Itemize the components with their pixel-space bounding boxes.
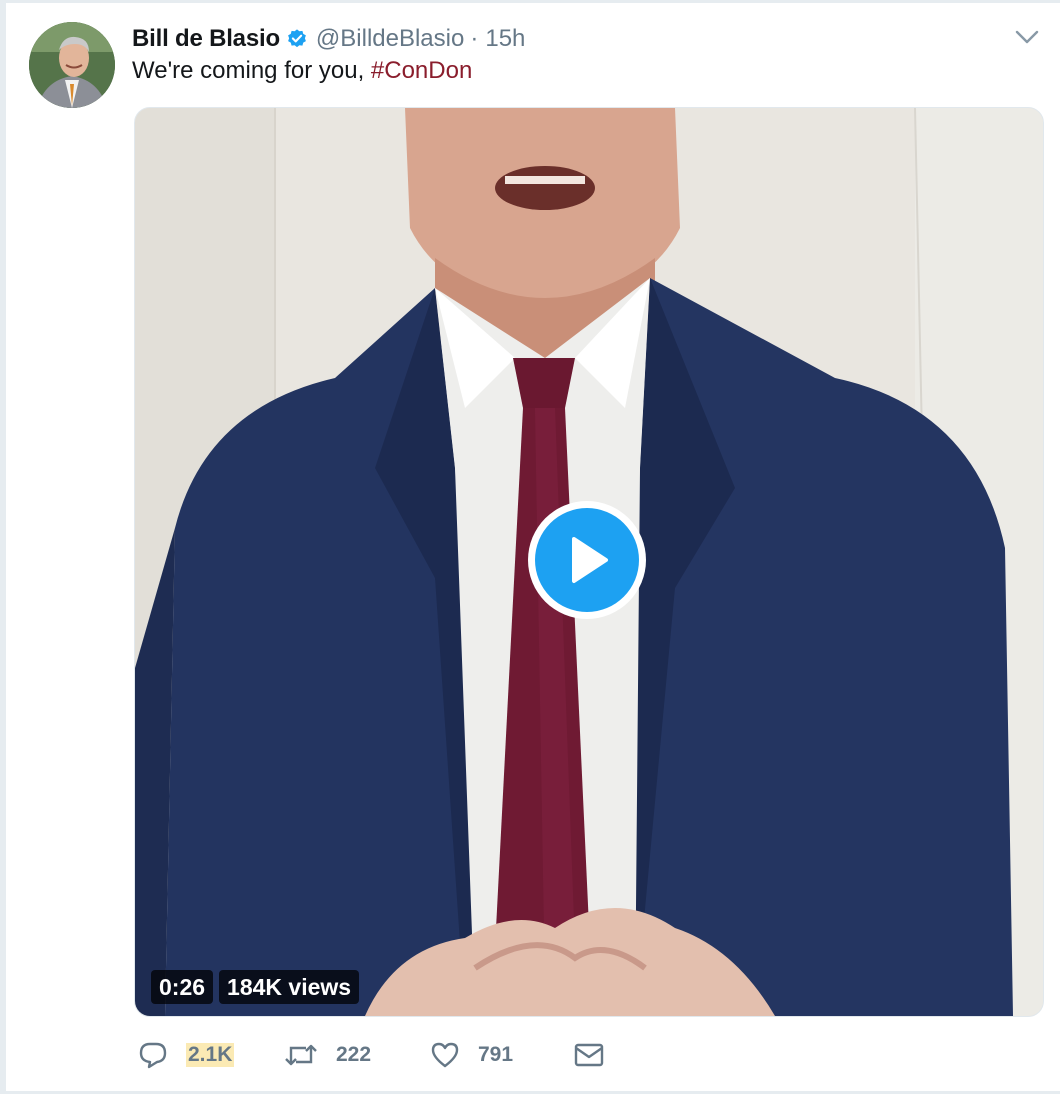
- retweet-count: 222: [336, 1043, 372, 1066]
- reply-count: 2.1K: [186, 1043, 235, 1067]
- retweet-icon: [284, 1042, 318, 1068]
- envelope-icon: [574, 1042, 604, 1068]
- avatar[interactable]: [29, 22, 115, 108]
- video-player[interactable]: 0:26 184K views: [134, 107, 1044, 1017]
- heart-icon: [430, 1041, 460, 1069]
- direct-message-button[interactable]: [574, 1042, 604, 1068]
- tweet-actions: 2.1K 222 791: [138, 1037, 604, 1073]
- tweet-card[interactable]: Bill de Blasio @BilldeBlasio · 15h We're…: [0, 0, 1060, 1094]
- reply-button[interactable]: 2.1K: [138, 1041, 284, 1069]
- video-views: 184K views: [219, 970, 360, 1004]
- display-name[interactable]: Bill de Blasio: [132, 25, 280, 53]
- separator-dot: ·: [470, 25, 479, 52]
- video-info-badge: 0:26 184K views: [151, 970, 360, 1004]
- like-button[interactable]: 791: [430, 1041, 574, 1069]
- tweet-text-body: We're coming for you,: [132, 57, 371, 84]
- retweet-button[interactable]: 222: [284, 1042, 430, 1068]
- chevron-down-icon[interactable]: [1014, 27, 1040, 47]
- reply-icon: [138, 1041, 168, 1069]
- hashtag-link[interactable]: #ConDon: [371, 57, 472, 84]
- tweet-header: Bill de Blasio @BilldeBlasio · 15h: [132, 23, 525, 55]
- timestamp[interactable]: 15h: [485, 25, 525, 53]
- verified-badge-icon: [286, 28, 308, 50]
- tweet-text: We're coming for you, #ConDon: [132, 57, 472, 85]
- play-button[interactable]: [528, 501, 646, 619]
- like-count: 791: [478, 1043, 514, 1066]
- user-handle[interactable]: @BilldeBlasio: [316, 25, 464, 53]
- video-duration: 0:26: [151, 970, 214, 1004]
- play-icon: [535, 508, 639, 612]
